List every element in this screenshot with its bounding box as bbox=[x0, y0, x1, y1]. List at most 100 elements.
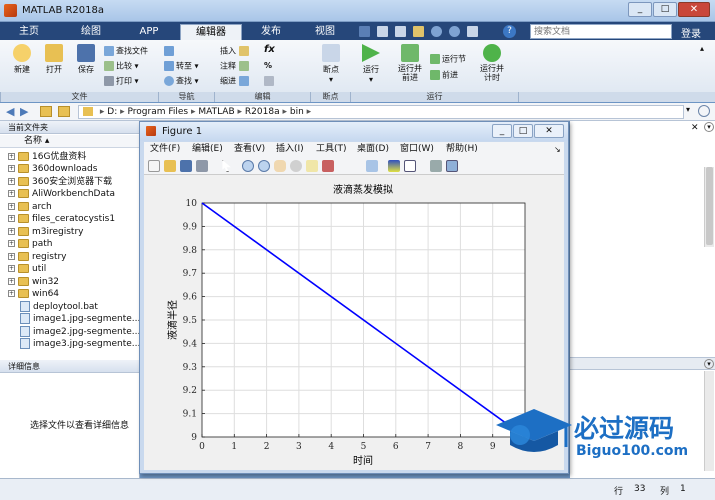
collapse-ribbon-icon[interactable]: ▴ bbox=[700, 44, 704, 53]
run-button[interactable]: 运行 ▾ bbox=[356, 44, 386, 84]
zoom-in-icon[interactable] bbox=[242, 160, 254, 172]
back-arrow-icon[interactable] bbox=[164, 46, 176, 57]
search-folder-icon[interactable] bbox=[698, 105, 710, 117]
close-button[interactable]: ✕ bbox=[678, 2, 710, 17]
print-button[interactable]: 打印 ▾ bbox=[104, 76, 139, 87]
breakpoints-button[interactable]: 断点 ▾ bbox=[314, 44, 348, 84]
tab-apps[interactable]: APP bbox=[124, 24, 174, 40]
login-link[interactable]: 登录 bbox=[681, 25, 701, 40]
path-segment-drive[interactable]: D: bbox=[107, 107, 117, 117]
back-icon[interactable]: ◀ bbox=[6, 105, 14, 118]
indent-button[interactable]: 缩进 bbox=[220, 76, 251, 87]
menu-desktop[interactable]: 桌面(D) bbox=[357, 142, 389, 157]
open-button[interactable]: 打开 bbox=[38, 44, 70, 75]
tab-plots[interactable]: 绘图 bbox=[62, 24, 120, 40]
list-item[interactable]: + path bbox=[8, 238, 52, 250]
path-segment-version[interactable]: R2018a bbox=[245, 107, 280, 117]
menu-help[interactable]: 帮助(H) bbox=[446, 142, 478, 157]
forward-icon[interactable]: ▶ bbox=[20, 105, 28, 118]
new-figure-icon[interactable] bbox=[148, 160, 160, 172]
copy-quick-icon[interactable] bbox=[395, 26, 406, 37]
path-segment-program-files[interactable]: Program Files bbox=[128, 107, 189, 117]
save-quick-icon[interactable] bbox=[359, 26, 370, 37]
list-item[interactable]: deploytool.bat bbox=[20, 301, 98, 313]
column-header[interactable]: 名称 ▴ bbox=[0, 135, 139, 148]
list-item[interactable]: +16G优盘资料 bbox=[8, 151, 86, 163]
maximize-button[interactable]: □ bbox=[653, 2, 677, 17]
help-quick-icon[interactable]: ? bbox=[503, 25, 516, 38]
zoom-out-icon[interactable] bbox=[258, 160, 270, 172]
find-button[interactable]: 查找 ▾ bbox=[164, 76, 199, 87]
menu-view[interactable]: 查看(V) bbox=[234, 142, 265, 157]
compare-button[interactable]: 比较 ▾ bbox=[104, 61, 139, 72]
rotate-3d-icon[interactable] bbox=[290, 160, 302, 172]
hide-plot-tools-icon[interactable] bbox=[430, 160, 442, 172]
panel-close-icon[interactable]: ✕ bbox=[691, 123, 699, 133]
figure-maximize-button[interactable]: □ bbox=[513, 124, 533, 138]
editor-scrollbar[interactable] bbox=[704, 167, 714, 247]
panel-options-icon-2[interactable]: ▾ bbox=[704, 359, 714, 369]
percent-icon[interactable]: % bbox=[264, 61, 272, 71]
legend-icon[interactable] bbox=[404, 160, 416, 172]
menu-dock-icon[interactable]: ↘ bbox=[554, 142, 561, 157]
list-item[interactable]: image1.jpg-segmente... bbox=[20, 313, 140, 325]
list-item[interactable]: + registry bbox=[8, 251, 67, 263]
menu-edit[interactable]: 编辑(E) bbox=[192, 142, 223, 157]
fx-icon[interactable]: fx bbox=[264, 45, 275, 55]
print-figure-icon[interactable] bbox=[196, 160, 208, 172]
tab-home[interactable]: 主页 bbox=[8, 24, 50, 40]
save-figure-icon[interactable] bbox=[180, 160, 192, 172]
redo-quick-icon[interactable] bbox=[449, 26, 460, 37]
undo-quick-icon[interactable] bbox=[431, 26, 442, 37]
menu-window[interactable]: 窗口(W) bbox=[400, 142, 434, 157]
path-field[interactable]: ▸ D: ▸ Program Files ▸ MATLAB ▸ R2018a ▸… bbox=[78, 105, 684, 119]
figure-close-button[interactable]: ✕ bbox=[534, 124, 564, 138]
browse-folder-icon[interactable] bbox=[58, 106, 70, 117]
list-item[interactable]: + win64 bbox=[8, 288, 59, 300]
list-item[interactable]: + arch bbox=[8, 201, 52, 213]
switch-windows-icon[interactable] bbox=[467, 26, 478, 37]
smart-indent-icon[interactable] bbox=[264, 76, 276, 87]
list-item[interactable]: + AliWorkbenchData bbox=[8, 188, 115, 200]
list-item[interactable]: +360安全浏览器下载 bbox=[8, 176, 112, 188]
new-button[interactable]: 新建 bbox=[6, 44, 38, 75]
tab-editor[interactable]: 编辑器 bbox=[180, 24, 242, 40]
list-item[interactable]: + files_ceratocystis1 bbox=[8, 213, 115, 225]
list-item[interactable]: image3.jpg-segmente... bbox=[20, 338, 140, 350]
goto-button[interactable]: 转至 ▾ bbox=[164, 61, 199, 72]
tab-view[interactable]: 视图 bbox=[300, 24, 350, 40]
pointer-icon[interactable] bbox=[222, 160, 231, 172]
up-folder-icon[interactable] bbox=[40, 106, 52, 117]
comment-button[interactable]: 注释 bbox=[220, 61, 251, 72]
data-cursor-icon[interactable] bbox=[306, 160, 318, 172]
menu-insert[interactable]: 插入(I) bbox=[276, 142, 304, 157]
paste-quick-icon[interactable] bbox=[413, 26, 424, 37]
save-button[interactable]: 保存 bbox=[70, 44, 102, 75]
list-item[interactable]: image2.jpg-segmente... bbox=[20, 326, 140, 338]
brush-icon[interactable] bbox=[322, 160, 334, 172]
open-file-icon[interactable] bbox=[164, 160, 176, 172]
search-input[interactable] bbox=[530, 24, 672, 39]
menu-file[interactable]: 文件(F) bbox=[150, 142, 180, 157]
list-item[interactable]: + m3iregistry bbox=[8, 226, 84, 238]
pan-icon[interactable] bbox=[274, 160, 286, 172]
tab-publish[interactable]: 发布 bbox=[246, 24, 296, 40]
figure-minimize-button[interactable]: _ bbox=[492, 124, 512, 138]
path-segment-bin[interactable]: bin bbox=[290, 107, 304, 117]
list-item[interactable]: +360downloads bbox=[8, 163, 97, 175]
advance-button[interactable]: 前进 bbox=[430, 70, 458, 81]
minimize-button[interactable]: _ bbox=[628, 2, 652, 17]
panel-options-icon[interactable]: ▾ bbox=[704, 122, 714, 132]
path-dropdown-icon[interactable]: ▾ bbox=[686, 105, 690, 114]
show-plot-tools-icon[interactable] bbox=[446, 160, 458, 172]
list-item[interactable]: + util bbox=[8, 263, 46, 275]
link-plot-icon[interactable] bbox=[366, 160, 378, 172]
cut-quick-icon[interactable] bbox=[377, 26, 388, 37]
path-segment-matlab[interactable]: MATLAB bbox=[198, 107, 234, 117]
list-item[interactable]: + win32 bbox=[8, 276, 59, 288]
find-files-button[interactable]: 查找文件 bbox=[104, 46, 148, 57]
run-and-time-button[interactable]: 运行并 计时 bbox=[474, 44, 510, 82]
run-section-button[interactable]: 运行节 bbox=[430, 54, 466, 65]
insert-button[interactable]: 插入 bbox=[220, 46, 251, 57]
run-and-advance-button[interactable]: 运行并 前进 bbox=[392, 44, 428, 82]
